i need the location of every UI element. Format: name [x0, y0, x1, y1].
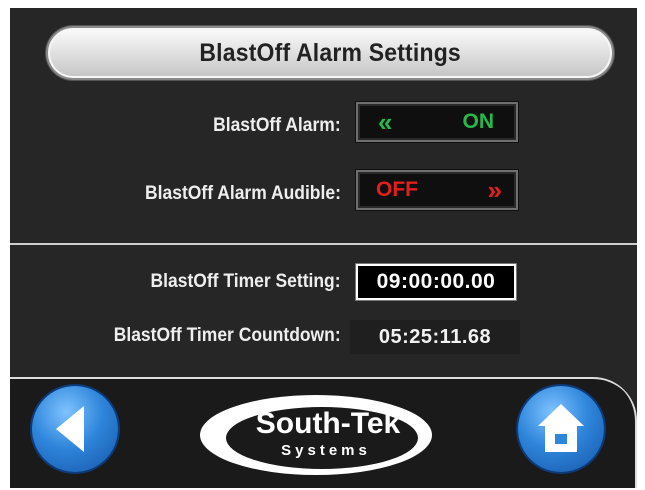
title-bar: BlastOff Alarm Settings — [46, 26, 614, 80]
timer-setting-label: BlastOff Timer Setting: — [150, 271, 341, 292]
section-divider — [10, 243, 637, 245]
home-icon — [538, 404, 584, 452]
logo-subtitle: Systems — [281, 442, 371, 459]
page-title: BlastOff Alarm Settings — [199, 38, 461, 67]
alarm-toggle[interactable]: « ON — [356, 102, 518, 142]
south-tek-logo: South-Tek Systems — [200, 395, 432, 475]
home-button[interactable] — [518, 386, 604, 472]
timer-setting-input[interactable]: 09:00:00.00 — [355, 263, 517, 301]
audible-state: OFF — [376, 178, 418, 201]
alarm-label: BlastOff Alarm: — [213, 115, 341, 136]
audible-toggle[interactable]: OFF » — [356, 170, 518, 210]
back-button[interactable] — [32, 386, 118, 472]
chevron-right-icon: » — [487, 175, 503, 205]
chevron-left-icon: « — [378, 107, 393, 137]
logo-name: South-Tek — [256, 407, 401, 440]
audible-label: BlastOff Alarm Audible: — [145, 183, 341, 204]
back-arrow-icon — [56, 406, 84, 452]
settings-screen: BlastOff Alarm Settings BlastOff Alarm: … — [10, 8, 637, 488]
alarm-state: ON — [462, 110, 495, 133]
timer-countdown-label: BlastOff Timer Countdown: — [114, 325, 341, 346]
timer-countdown-value: 05:25:11.68 — [350, 320, 520, 354]
